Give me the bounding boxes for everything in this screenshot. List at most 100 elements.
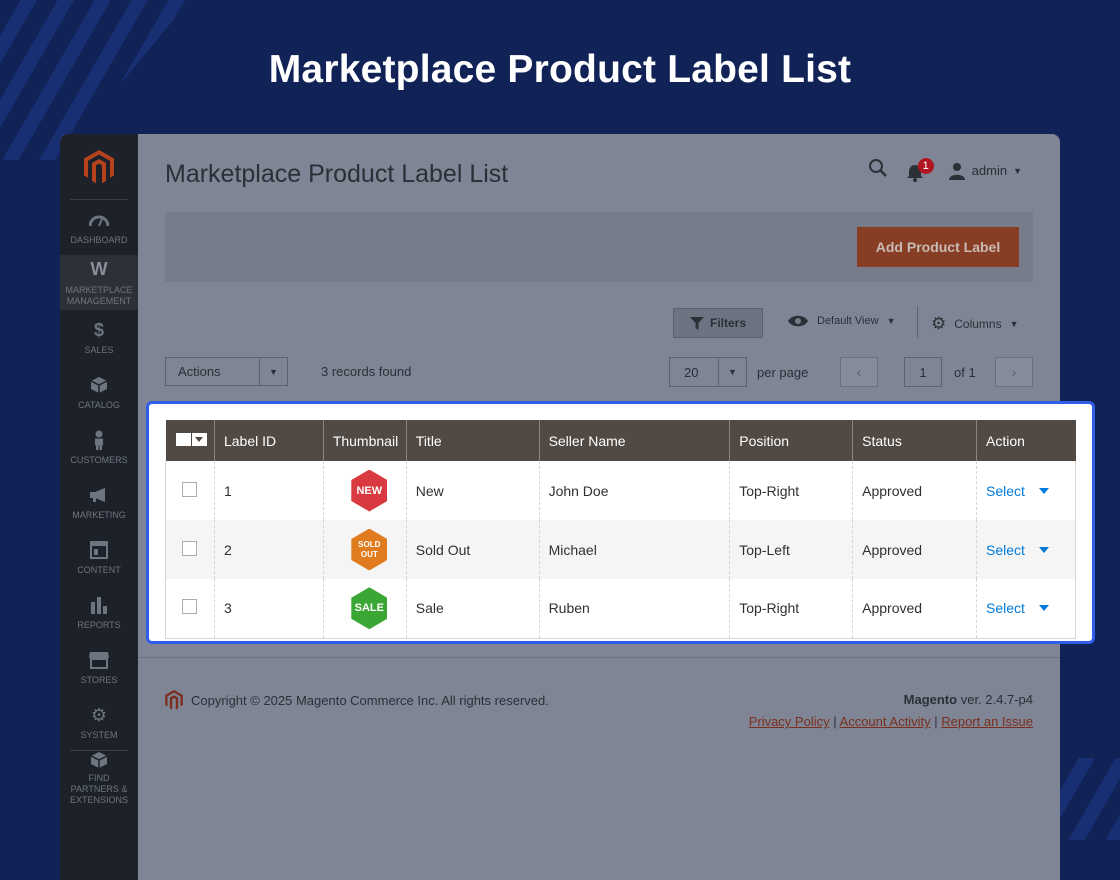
account-activity-link[interactable]: Account Activity: [840, 714, 931, 729]
magento-logo-icon[interactable]: [70, 134, 128, 200]
column-header-label-id[interactable]: Label ID: [213, 420, 324, 461]
layout-icon: [88, 539, 110, 561]
page-actions-bar: Add Product Label: [165, 212, 1033, 282]
page-title: Marketplace Product Label List: [165, 160, 509, 188]
footer-copyright: Copyright © 2025 Magento Commerce Inc. A…: [165, 690, 549, 710]
banner-title: Marketplace Product Label List: [268, 48, 852, 91]
label-thumbnail: SALE: [351, 587, 388, 630]
sidebar-item-catalog[interactable]: CATALOG: [60, 365, 138, 420]
cell-seller-name: Michael: [538, 520, 730, 579]
default-view-dropdown[interactable]: Default View ▼: [787, 314, 895, 328]
version-text: ver. 2.4.7-p4: [960, 692, 1033, 707]
per-page-select[interactable]: 20 ▼: [669, 357, 747, 387]
sidebar-item-partners[interactable]: FIND PARTNERS & EXTENSIONS: [70, 750, 128, 805]
cell-label-id: 3: [213, 579, 324, 639]
cell-status: Approved: [852, 579, 977, 639]
sidebar-item-reports[interactable]: REPORTS: [60, 585, 138, 640]
columns-label: Columns: [954, 317, 1002, 331]
select-all-header[interactable]: [165, 420, 215, 461]
cell-position: Top-Right: [729, 579, 853, 639]
sidebar-item-label: FIND PARTNERS & EXTENSIONS: [70, 772, 129, 805]
page-number-input[interactable]: 1: [904, 357, 942, 387]
per-page-label: per page: [757, 365, 809, 380]
sidebar-item-label: DASHBOARD: [70, 235, 128, 245]
sidebar-item-customers[interactable]: CUSTOMERS: [60, 420, 138, 475]
row-action-label: Select: [986, 541, 1025, 558]
column-header-title[interactable]: Title: [405, 420, 540, 461]
cell-title: Sale: [405, 579, 540, 639]
magento-logo-icon: [165, 690, 183, 710]
decorative-stripes: [1058, 758, 1120, 840]
chevron-right-icon: ›: [1011, 364, 1017, 380]
chevron-down-icon: ▼: [886, 316, 896, 326]
chevron-down-icon: ▼: [1009, 319, 1019, 329]
default-view-label: Default View: [817, 315, 879, 327]
columns-dropdown[interactable]: ⚙ Columns ▼: [931, 314, 1019, 334]
column-header-seller-name[interactable]: Seller Name: [538, 420, 730, 461]
sidebar-item-marketing[interactable]: MARKETING: [60, 475, 138, 530]
sidebar-item-system[interactable]: ⚙ SYSTEM: [60, 695, 138, 750]
cell-title: New: [405, 461, 540, 520]
cell-status: Approved: [852, 461, 977, 520]
label-grid-highlight: Label ID Thumbnail Title Seller Name Pos…: [146, 401, 1095, 644]
prev-page-button[interactable]: ‹: [840, 357, 878, 387]
filters-label: Filters: [709, 316, 746, 330]
filters-button[interactable]: Filters: [673, 308, 763, 338]
cell-title: Sold Out: [405, 520, 540, 579]
select-all-checkbox[interactable]: [175, 432, 191, 446]
cell-seller-name: Ruben: [538, 579, 730, 639]
row-checkbox[interactable]: [182, 481, 197, 497]
user-icon: [948, 162, 965, 180]
label-thumbnail: NEW: [351, 469, 388, 512]
brand-name: Magento: [903, 692, 958, 707]
dollar-icon: $: [93, 319, 104, 340]
sidebar-item-content[interactable]: CONTENT: [60, 530, 138, 585]
row-action-select[interactable]: Select: [986, 600, 1049, 616]
chevron-down-icon: ▼: [718, 358, 746, 386]
notifications-button[interactable]: 1: [906, 157, 934, 183]
sidebar-item-label: SYSTEM: [80, 730, 118, 740]
sidebar-item-label: CATALOG: [78, 400, 120, 410]
column-header-action[interactable]: Action: [976, 420, 1076, 461]
chevron-left-icon: ‹: [856, 364, 862, 380]
row-action-select[interactable]: Select: [986, 483, 1049, 499]
chevron-down-icon: [1038, 605, 1049, 612]
row-action-label: Select: [986, 482, 1025, 499]
row-checkbox[interactable]: [182, 599, 197, 615]
add-product-label-button[interactable]: Add Product Label: [857, 227, 1019, 267]
sidebar-item-marketplace[interactable]: W MARKETPLACE MANAGEMENT: [60, 255, 138, 310]
sidebar-item-dashboard[interactable]: DASHBOARD: [60, 200, 138, 255]
report-issue-link[interactable]: Report an Issue: [941, 714, 1033, 729]
chevron-down-icon: [1038, 487, 1049, 494]
row-action-label: Select: [986, 600, 1025, 617]
sidebar-item-label: STORES: [80, 675, 118, 685]
megaphone-icon: [88, 484, 110, 506]
mass-select-control[interactable]: [175, 432, 207, 446]
row-action-select[interactable]: Select: [986, 542, 1049, 558]
chevron-down-icon: [191, 432, 207, 446]
cell-seller-name: John Doe: [538, 461, 730, 520]
label-thumbnail: SOLD OUT: [351, 528, 388, 571]
sidebar-item-sales[interactable]: $ SALES: [60, 310, 138, 365]
sidebar-item-stores[interactable]: STORES: [60, 640, 138, 695]
gear-icon: ⚙: [931, 314, 947, 333]
footer-version: Magento ver. 2.4.7-p4: [904, 692, 1033, 707]
column-header-status[interactable]: Status: [852, 420, 977, 461]
copyright-text: Copyright © 2025 Magento Commerce Inc. A…: [191, 692, 549, 708]
sidebar-item-label: CUSTOMERS: [70, 455, 128, 465]
mass-actions-select[interactable]: Actions ▼: [165, 357, 288, 386]
admin-user-menu[interactable]: admin ▼: [948, 162, 1022, 180]
store-icon: [88, 649, 110, 671]
cell-label-id: 1: [213, 461, 324, 520]
privacy-policy-link[interactable]: Privacy Policy: [749, 714, 830, 729]
row-checkbox[interactable]: [182, 540, 197, 556]
notification-badge: 1: [917, 157, 934, 174]
person-icon: [88, 429, 110, 451]
admin-username: admin: [971, 163, 1008, 178]
search-icon[interactable]: [868, 158, 888, 183]
cube-icon: [88, 374, 110, 396]
column-header-position[interactable]: Position: [729, 420, 853, 461]
chevron-down-icon: ▼: [1013, 165, 1022, 176]
next-page-button[interactable]: ›: [995, 357, 1033, 387]
column-header-thumbnail[interactable]: Thumbnail: [322, 420, 407, 461]
